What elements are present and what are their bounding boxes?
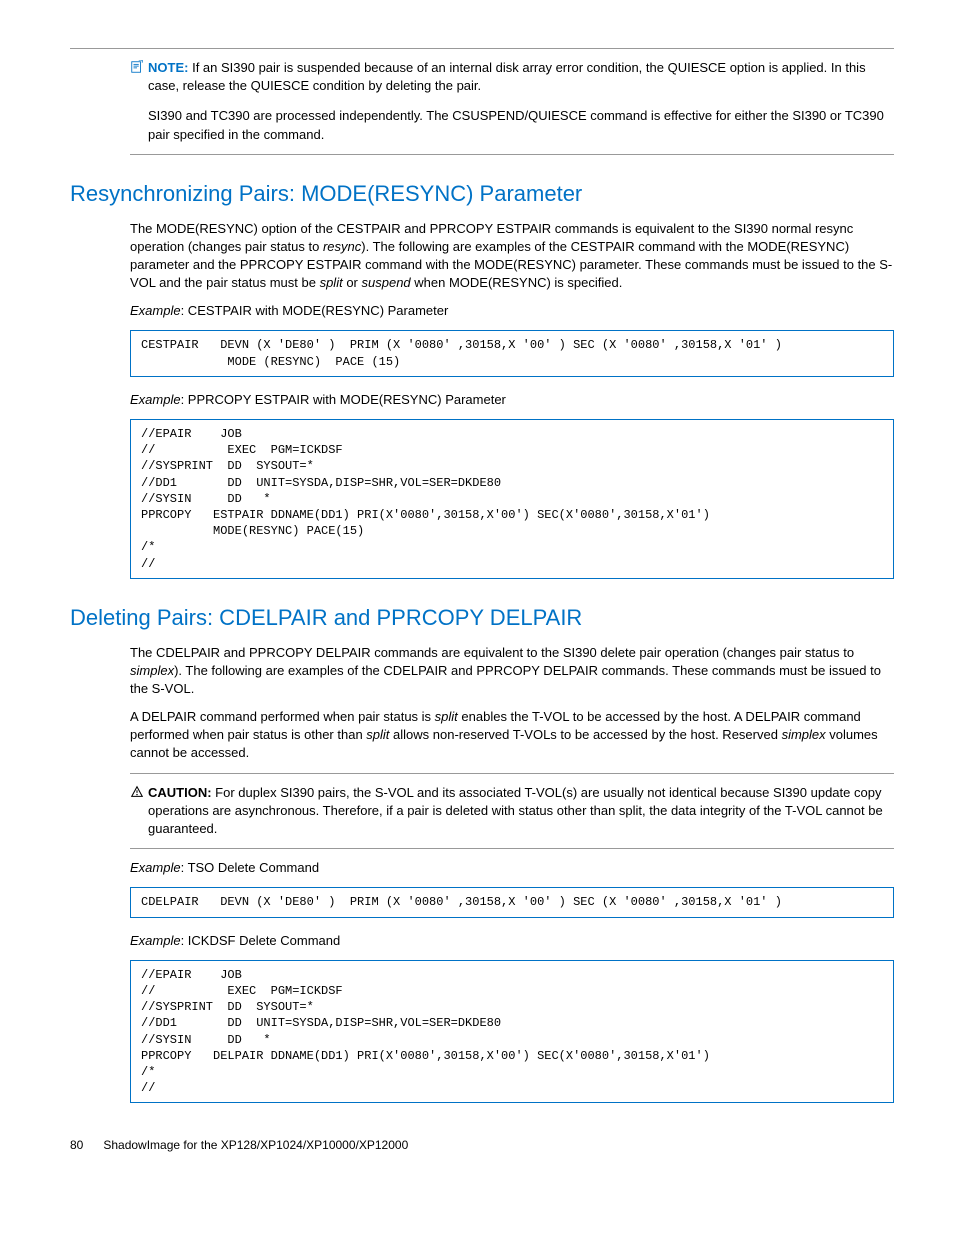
heading-resync: Resynchronizing Pairs: MODE(RESYNC) Para… — [70, 179, 894, 210]
note-text-a: If an SI390 pair is suspended because of… — [148, 60, 866, 93]
example-caption: Example: CESTPAIR with MODE(RESYNC) Para… — [130, 302, 894, 320]
paragraph: The MODE(RESYNC) option of the CESTPAIR … — [130, 220, 894, 293]
code-block: CESTPAIR DEVN (X 'DE80' ) PRIM (X '0080'… — [130, 330, 894, 376]
caution-label: CAUTION: — [148, 785, 212, 800]
divider — [70, 48, 894, 49]
paragraph: A DELPAIR command performed when pair st… — [130, 708, 894, 763]
caution-icon — [130, 785, 148, 804]
example-caption: Example: TSO Delete Command — [130, 859, 894, 877]
paragraph: The CDELPAIR and PPRCOPY DELPAIR command… — [130, 644, 894, 699]
page-number: 80 — [70, 1137, 100, 1154]
example-caption: Example: PPRCOPY ESTPAIR with MODE(RESYN… — [130, 391, 894, 409]
caution-text: For duplex SI390 pairs, the S-VOL and it… — [148, 785, 883, 836]
example-caption: Example: ICKDSF Delete Command — [130, 932, 894, 950]
divider — [130, 773, 894, 774]
note-icon — [130, 60, 148, 79]
divider — [130, 848, 894, 849]
heading-delpair: Deleting Pairs: CDELPAIR and PPRCOPY DEL… — [70, 603, 894, 634]
code-block: //EPAIR JOB // EXEC PGM=ICKDSF //SYSPRIN… — [130, 419, 894, 579]
footer-title: ShadowImage for the XP128/XP1024/XP10000… — [103, 1138, 408, 1152]
note-block: NOTE: If an SI390 pair is suspended beca… — [130, 59, 894, 144]
page-footer: 80 ShadowImage for the XP128/XP1024/XP10… — [70, 1137, 894, 1154]
divider — [130, 154, 894, 155]
code-block: CDELPAIR DEVN (X 'DE80' ) PRIM (X '0080'… — [130, 887, 894, 917]
code-block: //EPAIR JOB // EXEC PGM=ICKDSF //SYSPRIN… — [130, 960, 894, 1104]
note-label: NOTE: — [148, 60, 188, 75]
caution-block: CAUTION: For duplex SI390 pairs, the S-V… — [130, 784, 894, 839]
note-text-b: SI390 and TC390 are processed independen… — [148, 107, 894, 143]
